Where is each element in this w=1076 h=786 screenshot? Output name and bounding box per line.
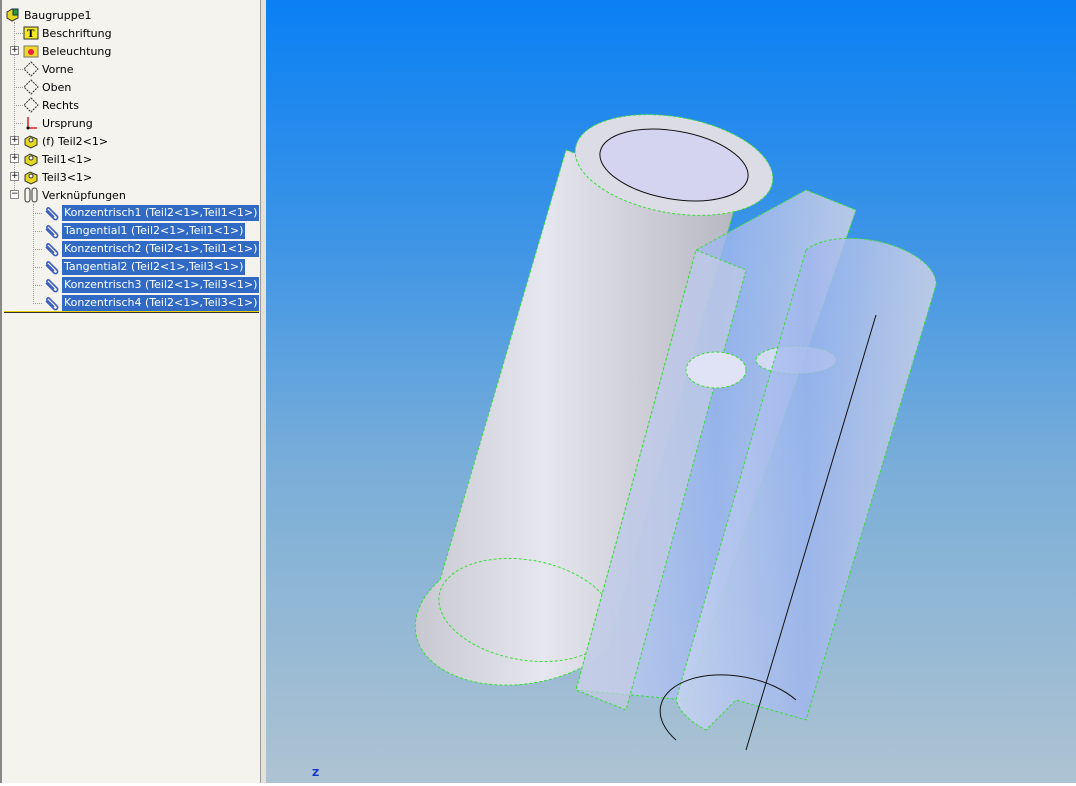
mate-item[interactable]: Tangential2 (Teil2<1>,Teil3<1>): [43, 258, 246, 276]
paperclip-mate-icon: [43, 241, 59, 257]
part-icon: [23, 133, 39, 149]
paperclip-mate-icon: [43, 205, 59, 221]
plane-icon: [23, 61, 39, 77]
tree-item[interactable]: (f) Teil2<1>: [23, 132, 108, 150]
expand-toggle[interactable]: +: [10, 154, 19, 163]
svg-text:T: T: [27, 29, 35, 40]
part-icon: [23, 169, 39, 185]
tree-item[interactable]: Oben: [23, 78, 71, 96]
tree-item[interactable]: Beleuchtung: [23, 42, 111, 60]
tree-item[interactable]: Teil3<1>: [23, 168, 92, 186]
mate-label: Konzentrisch2 (Teil2<1>,Teil1<1>): [62, 241, 260, 257]
paperclip-mate-icon: [43, 223, 59, 239]
tree-item-label: Vorne: [42, 62, 74, 76]
plane-icon: [23, 97, 39, 113]
paperclip-mate-icon: [43, 277, 59, 293]
mate-label: Tangential2 (Teil2<1>,Teil3<1>): [62, 259, 246, 275]
rollback-bar[interactable]: [4, 311, 259, 313]
mate-item[interactable]: Tangential1 (Teil2<1>,Teil1<1>): [43, 222, 246, 240]
tree-item-label: Verknüpfungen: [42, 188, 126, 202]
tree-item[interactable]: Verknüpfungen: [23, 186, 126, 204]
expand-toggle[interactable]: +: [10, 172, 19, 181]
assembly-icon: [5, 7, 21, 23]
paperclip-mate-icon: [43, 295, 59, 311]
mate-item[interactable]: Konzentrisch2 (Teil2<1>,Teil1<1>): [43, 240, 260, 258]
part-icon: [23, 151, 39, 167]
feature-manager-tree: Baugruppe1 T Beschriftung + Beleuchtung Vorn…: [0, 0, 266, 783]
mate-label: Konzentrisch4 (Teil2<1>,Teil3<1>): [62, 295, 260, 311]
tree-item[interactable]: Ursprung: [23, 114, 93, 132]
tree-item-label: Teil1<1>: [42, 152, 93, 166]
tree-item-label: Ursprung: [42, 116, 93, 130]
tree-root[interactable]: Baugruppe1: [5, 6, 91, 24]
expand-toggle[interactable]: +: [10, 136, 19, 145]
coordinate-triad-z-label: Z: [312, 768, 320, 779]
expand-toggle[interactable]: +: [10, 46, 19, 55]
tree-item-label: Beschriftung: [42, 26, 112, 40]
tree-item-label: (f) Teil2<1>: [42, 134, 109, 148]
tree-item-label: Oben: [42, 80, 72, 94]
annotation-icon: T: [23, 25, 39, 41]
expand-toggle[interactable]: −: [10, 190, 19, 199]
mate-item[interactable]: Konzentrisch3 (Teil2<1>,Teil3<1>): [43, 276, 260, 294]
mates-icon: [23, 187, 39, 203]
graphics-viewport[interactable]: Z: [266, 0, 1076, 783]
tree-item[interactable]: Teil1<1>: [23, 150, 92, 168]
origin-icon: [23, 115, 39, 131]
plane-icon: [23, 79, 39, 95]
tree-item-label: Beleuchtung: [42, 44, 112, 58]
tree-root-label: Baugruppe1: [24, 8, 92, 22]
assembly-model[interactable]: [266, 0, 1076, 783]
tree-item[interactable]: Rechts: [23, 96, 79, 114]
mate-item[interactable]: Konzentrisch1 (Teil2<1>,Teil1<1>): [43, 204, 260, 222]
tree-item-label: Rechts: [42, 98, 79, 112]
mate-label: Konzentrisch1 (Teil2<1>,Teil1<1>): [62, 205, 260, 221]
mate-label: Konzentrisch3 (Teil2<1>,Teil3<1>): [62, 277, 260, 293]
tree-item[interactable]: Vorne: [23, 60, 73, 78]
lighting-icon: [23, 43, 39, 59]
tree-item-label: Teil3<1>: [42, 170, 93, 184]
paperclip-mate-icon: [43, 259, 59, 275]
tree-item[interactable]: T Beschriftung: [23, 24, 112, 42]
mate-item[interactable]: Konzentrisch4 (Teil2<1>,Teil3<1>): [43, 294, 260, 312]
mate-label: Tangential1 (Teil2<1>,Teil1<1>): [62, 223, 246, 239]
